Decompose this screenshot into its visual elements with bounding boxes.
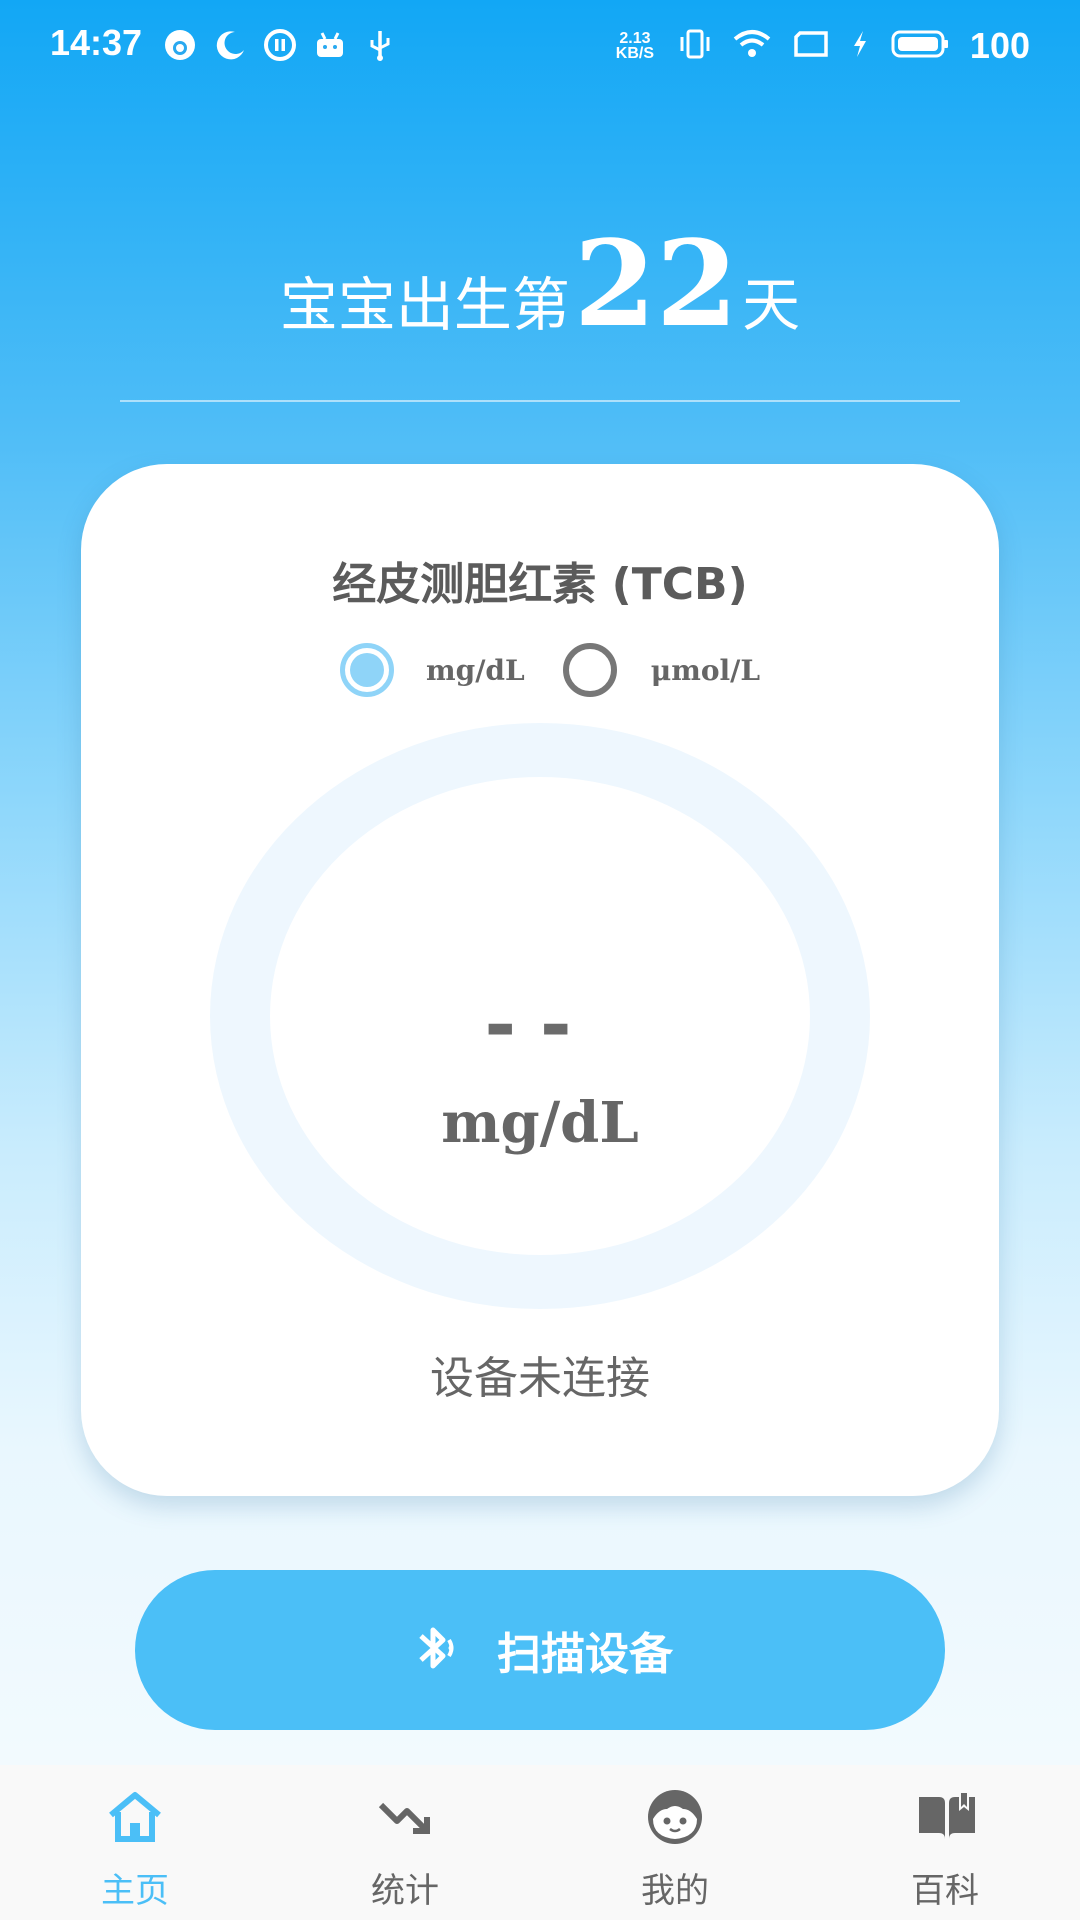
- sim-icon: [792, 27, 830, 65]
- trend-down-icon: [375, 1787, 435, 1847]
- device-status: 设备未连接: [430, 1353, 650, 1404]
- pause-circle-icon: [262, 27, 298, 63]
- android-icon: [312, 27, 348, 63]
- unit-radio-mgdl[interactable]: [340, 643, 394, 697]
- notification-icons: [162, 27, 398, 63]
- scan-device-button[interactable]: 扫描设备: [135, 1570, 945, 1730]
- nav-label-home: 主页: [101, 1871, 169, 1911]
- bottom-nav: 主页 统计 我的 百科: [0, 1765, 1080, 1920]
- card-title: 经皮测胆红素 (TCB): [332, 559, 748, 610]
- status-time: 14:37: [50, 22, 143, 63]
- charging-icon: [850, 27, 870, 65]
- nav-item-mine[interactable]: 我的: [540, 1765, 810, 1920]
- net-speed-value: 2.13: [619, 30, 651, 47]
- bluetooth-search-icon: [407, 1618, 467, 1682]
- nav-label-stats: 统计: [371, 1871, 439, 1911]
- face-icon: [645, 1787, 705, 1847]
- vibrate-icon: [678, 27, 712, 65]
- wifi-icon: [732, 27, 772, 65]
- book-icon: [915, 1787, 975, 1847]
- radio-dot: [350, 653, 384, 687]
- status-bar: 14:37 2.13 KB/S 100: [0, 0, 1080, 96]
- baby-age-title: 宝宝出生第 22 天: [0, 225, 1080, 355]
- face-icon: [162, 27, 198, 63]
- battery-icon: [890, 27, 950, 65]
- nav-label-mine: 我的: [641, 1871, 709, 1911]
- moon-icon: [212, 27, 248, 63]
- nav-item-encyclopedia[interactable]: 百科: [810, 1765, 1080, 1920]
- nav-item-stats[interactable]: 统计: [270, 1765, 540, 1920]
- reading-unit: mg/dL: [441, 1090, 639, 1156]
- baby-age-days: 22: [573, 214, 739, 353]
- usb-icon: [362, 27, 398, 63]
- scan-button-label: 扫描设备: [497, 1629, 673, 1680]
- battery-level: 100: [969, 25, 1030, 66]
- reading-value: --: [484, 980, 596, 1069]
- unit-label-mgdl[interactable]: mg/dL: [426, 654, 525, 687]
- unit-selector: mg/dL μmol/L: [340, 640, 760, 700]
- nav-label-encyclopedia: 百科: [911, 1871, 979, 1911]
- header-divider: [120, 400, 960, 402]
- unit-label-umoll[interactable]: μmol/L: [651, 654, 760, 687]
- unit-radio-umoll[interactable]: [562, 643, 617, 697]
- nav-item-home[interactable]: 主页: [0, 1765, 270, 1920]
- home-icon: [105, 1787, 165, 1847]
- system-icons: 2.13 KB/S 100: [612, 22, 1030, 70]
- network-speed: 2.13 KB/S: [612, 30, 658, 62]
- baby-age-prefix: 宝宝出生第: [279, 271, 570, 339]
- net-speed-unit: KB/S: [615, 45, 655, 62]
- baby-age-suffix: 天: [742, 271, 801, 339]
